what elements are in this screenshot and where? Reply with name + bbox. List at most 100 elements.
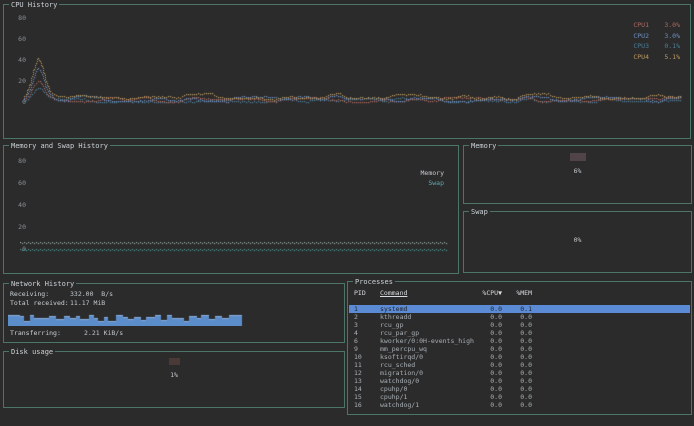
process-row[interactable]: 13watchdog/00.00.0: [349, 377, 690, 385]
process-cpu: 0.0: [476, 393, 502, 401]
process-pid: 14: [354, 385, 380, 393]
process-mem: 0.0: [502, 337, 532, 345]
process-command: mm_percpu_wq: [380, 345, 476, 353]
receiving-line: Receiving: 332.00 B/s: [10, 290, 113, 299]
process-command: cpuhp/1: [380, 393, 476, 401]
process-command: watchdog/1: [380, 401, 476, 409]
process-pid: 9: [354, 345, 380, 353]
cpu-legend-value: 3.0%: [658, 20, 680, 31]
process-pid: 3: [354, 321, 380, 329]
process-row[interactable]: 12migration/00.00.0: [349, 369, 690, 377]
col-header-cpu[interactable]: %CPU▼: [476, 289, 502, 297]
cpu-legend-label: CPU1: [633, 20, 649, 31]
receiving-label: Receiving:: [10, 290, 70, 299]
cpu-legend-value: 5.1%: [658, 52, 680, 63]
transferring-label: Transferring:: [10, 329, 70, 338]
cpu-legend-label: CPU2: [633, 31, 649, 42]
cpu-legend-value: 3.0%: [658, 31, 680, 42]
process-command: rcu_par_gp: [380, 329, 476, 337]
process-mem: 0.0: [502, 393, 532, 401]
cpu-history-chart: [22, 13, 686, 123]
process-pid: 15: [354, 393, 380, 401]
process-row[interactable]: 1systemd0.00.1: [349, 305, 690, 313]
process-cpu: 0.0: [476, 369, 502, 377]
process-row[interactable]: 9mm_percpu_wq0.00.0: [349, 345, 690, 353]
process-cpu: 0.0: [476, 361, 502, 369]
total-received-label: Total received:: [10, 299, 70, 308]
cpu-legend-row: CPU1 3.0%: [633, 20, 680, 31]
swap-gauge-value: 0%: [574, 236, 582, 244]
memory-swap-history-title: Memory and Swap History: [9, 142, 110, 150]
process-row[interactable]: 3rcu_gp0.00.0: [349, 321, 690, 329]
disk-gauge: 1%: [4, 358, 344, 379]
process-command: watchdog/0: [380, 377, 476, 385]
col-header-mem[interactable]: %MEM: [502, 289, 532, 297]
memory-gauge-value: 6%: [574, 167, 582, 175]
network-history-title: Network History: [9, 280, 76, 288]
memory-gauge-panel: Memory 6%: [463, 145, 692, 204]
process-cpu: 0.0: [476, 329, 502, 337]
process-cpu: 0.0: [476, 401, 502, 409]
process-row[interactable]: 10ksoftirqd/00.00.0: [349, 353, 690, 361]
processes-panel: Processes PIDCommand%CPU▼%MEM 1systemd0.…: [347, 281, 692, 415]
process-command: rcu_gp: [380, 321, 476, 329]
process-command: systemd: [380, 305, 476, 313]
col-header-pid[interactable]: PID: [354, 289, 380, 297]
cpu-history-panel: CPU History 806040200 CPU13.0%CPU23.0%CP…: [3, 4, 691, 139]
process-cpu: 0.0: [476, 337, 502, 345]
process-mem: 0.0: [502, 353, 532, 361]
total-received-value: 11.17 MiB: [70, 299, 105, 308]
transferring-line: Transferring: 2.21 KiB/s: [10, 329, 123, 338]
total-received-line: Total received: 11.17 MiB: [10, 299, 105, 308]
disk-usage-panel: Disk usage 1%: [3, 351, 345, 408]
processes-table: 1systemd0.00.12kthreadd0.00.03rcu_gp0.00…: [349, 305, 690, 409]
process-pid: 12: [354, 369, 380, 377]
process-pid: 2: [354, 313, 380, 321]
process-cpu: 0.0: [476, 313, 502, 321]
memory-swap-legend: Memory Swap: [421, 168, 444, 188]
transferring-value: 2.21 KiB/s: [70, 329, 123, 338]
process-mem: 0.0: [502, 385, 532, 393]
memory-legend-label: Memory: [421, 168, 444, 178]
disk-gauge-block: [169, 358, 180, 365]
swap-gauge-panel: Swap 0%: [463, 211, 692, 273]
processes-title: Processes: [353, 278, 395, 286]
swap-gauge: 0%: [464, 236, 691, 244]
process-mem: 0.0: [502, 401, 532, 409]
process-command: rcu_sched: [380, 361, 476, 369]
process-command: cpuhp/0: [380, 385, 476, 393]
process-row[interactable]: 15cpuhp/10.00.0: [349, 393, 690, 401]
process-mem: 0.0: [502, 345, 532, 353]
cpu-history-title: CPU History: [9, 1, 59, 9]
cpu-legend: CPU13.0%CPU23.0%CPU30.1%CPU45.1%: [633, 20, 680, 62]
process-command: migration/0: [380, 369, 476, 377]
process-mem: 0.0: [502, 329, 532, 337]
process-cpu: 0.0: [476, 321, 502, 329]
cpu-legend-row: CPU2 3.0%: [633, 31, 680, 42]
cpu-legend-value: 0.1%: [658, 41, 680, 52]
process-row[interactable]: 4rcu_par_gp0.00.0: [349, 329, 690, 337]
process-cpu: 0.0: [476, 377, 502, 385]
cpu-legend-label: CPU4: [633, 52, 649, 63]
process-row[interactable]: 2kthreadd0.00.0: [349, 313, 690, 321]
processes-header: PIDCommand%CPU▼%MEM: [349, 289, 690, 297]
process-pid: 11: [354, 361, 380, 369]
process-command: kthreadd: [380, 313, 476, 321]
process-row[interactable]: 6kworker/0:0H-events_high0.00.0: [349, 337, 690, 345]
process-pid: 4: [354, 329, 380, 337]
process-row[interactable]: 14cpuhp/00.00.0: [349, 385, 690, 393]
cpu-legend-row: CPU30.1%: [633, 41, 680, 52]
swap-legend-label: Swap: [421, 178, 444, 188]
process-pid: 16: [354, 401, 380, 409]
process-command: kworker/0:0H-events_high: [380, 337, 476, 345]
process-row[interactable]: 11rcu_sched0.00.0: [349, 361, 690, 369]
col-header-command[interactable]: Command: [380, 289, 476, 297]
process-cpu: 0.0: [476, 385, 502, 393]
swap-gauge-title: Swap: [469, 208, 490, 216]
process-mem: 0.1: [502, 305, 532, 313]
process-cpu: 0.0: [476, 345, 502, 353]
system-monitor-screen: CPU History 806040200 CPU13.0%CPU23.0%CP…: [0, 0, 694, 426]
cpu-legend-row: CPU4 5.1%: [633, 52, 680, 63]
process-row[interactable]: 16watchdog/10.00.0: [349, 401, 690, 409]
network-receive-chart: [8, 311, 342, 326]
